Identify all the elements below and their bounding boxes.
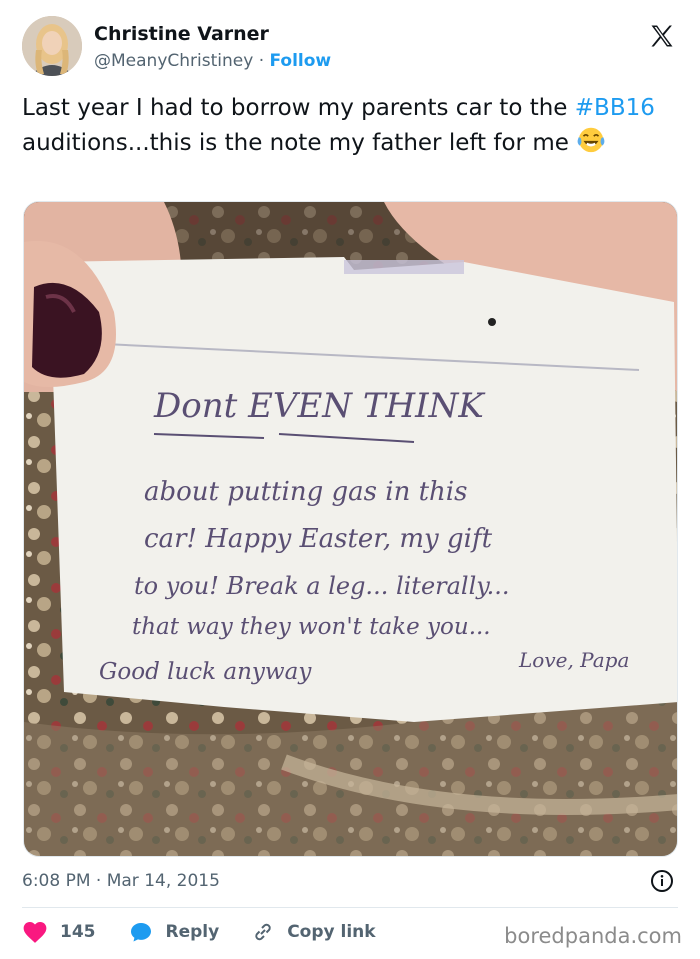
note-line: about putting gas in this [144, 477, 467, 507]
tweet-timestamp[interactable]: 6:08 PM · Mar 14, 2015 [22, 871, 220, 891]
note-line: Love, Papa [518, 648, 629, 672]
x-logo-icon[interactable] [648, 22, 676, 50]
note-line: car! Happy Easter, my gift [144, 524, 493, 554]
tweet-text-before: Last year I had to borrow my parents car… [22, 95, 575, 121]
note-line: Good luck anyway [99, 659, 312, 685]
reply-button[interactable]: Reply [128, 920, 220, 944]
tweet-text-after: auditions...this is the note my father l… [22, 130, 577, 156]
like-count: 145 [60, 922, 96, 942]
tweet-time: 6:08 PM [22, 871, 91, 891]
tweet-header: Christine Varner @MeanyChristiney · Foll… [22, 16, 682, 78]
avatar[interactable] [22, 16, 82, 76]
tweet-date: Mar 14, 2015 [106, 871, 220, 891]
author-name[interactable]: Christine Varner [94, 22, 331, 46]
divider [22, 907, 678, 908]
watermark: boredpanda.com [504, 924, 682, 948]
hashtag-link[interactable]: #BB16 [575, 95, 655, 121]
note-photo-image: Dont EVEN THINK about putting gas in thi… [24, 202, 677, 856]
follow-button[interactable]: Follow [270, 51, 332, 71]
action-bar: 145 Reply Copy link [22, 916, 408, 948]
tweet-text: Last year I had to borrow my parents car… [22, 92, 682, 159]
note-line: to you! Break a leg... literally... [134, 572, 510, 600]
link-icon [255, 923, 271, 941]
separator-dot: · [95, 871, 102, 891]
reply-bubble-icon [130, 923, 151, 942]
copy-link-button[interactable]: Copy link [251, 920, 376, 944]
author-handle[interactable]: @MeanyChristiney [94, 51, 253, 71]
info-icon[interactable] [650, 869, 674, 893]
separator-dot: · [258, 51, 265, 71]
reply-label: Reply [165, 922, 220, 942]
face-with-tears-of-joy-icon [577, 127, 605, 153]
copy-link-label: Copy link [287, 922, 376, 942]
like-button[interactable]: 145 [22, 920, 96, 944]
note-line: Dont EVEN THINK [153, 386, 486, 426]
tweet-photo[interactable]: Dont EVEN THINK about putting gas in thi… [23, 201, 678, 857]
note-line: that way they won't take you... [132, 614, 491, 640]
heart-icon [23, 922, 47, 943]
